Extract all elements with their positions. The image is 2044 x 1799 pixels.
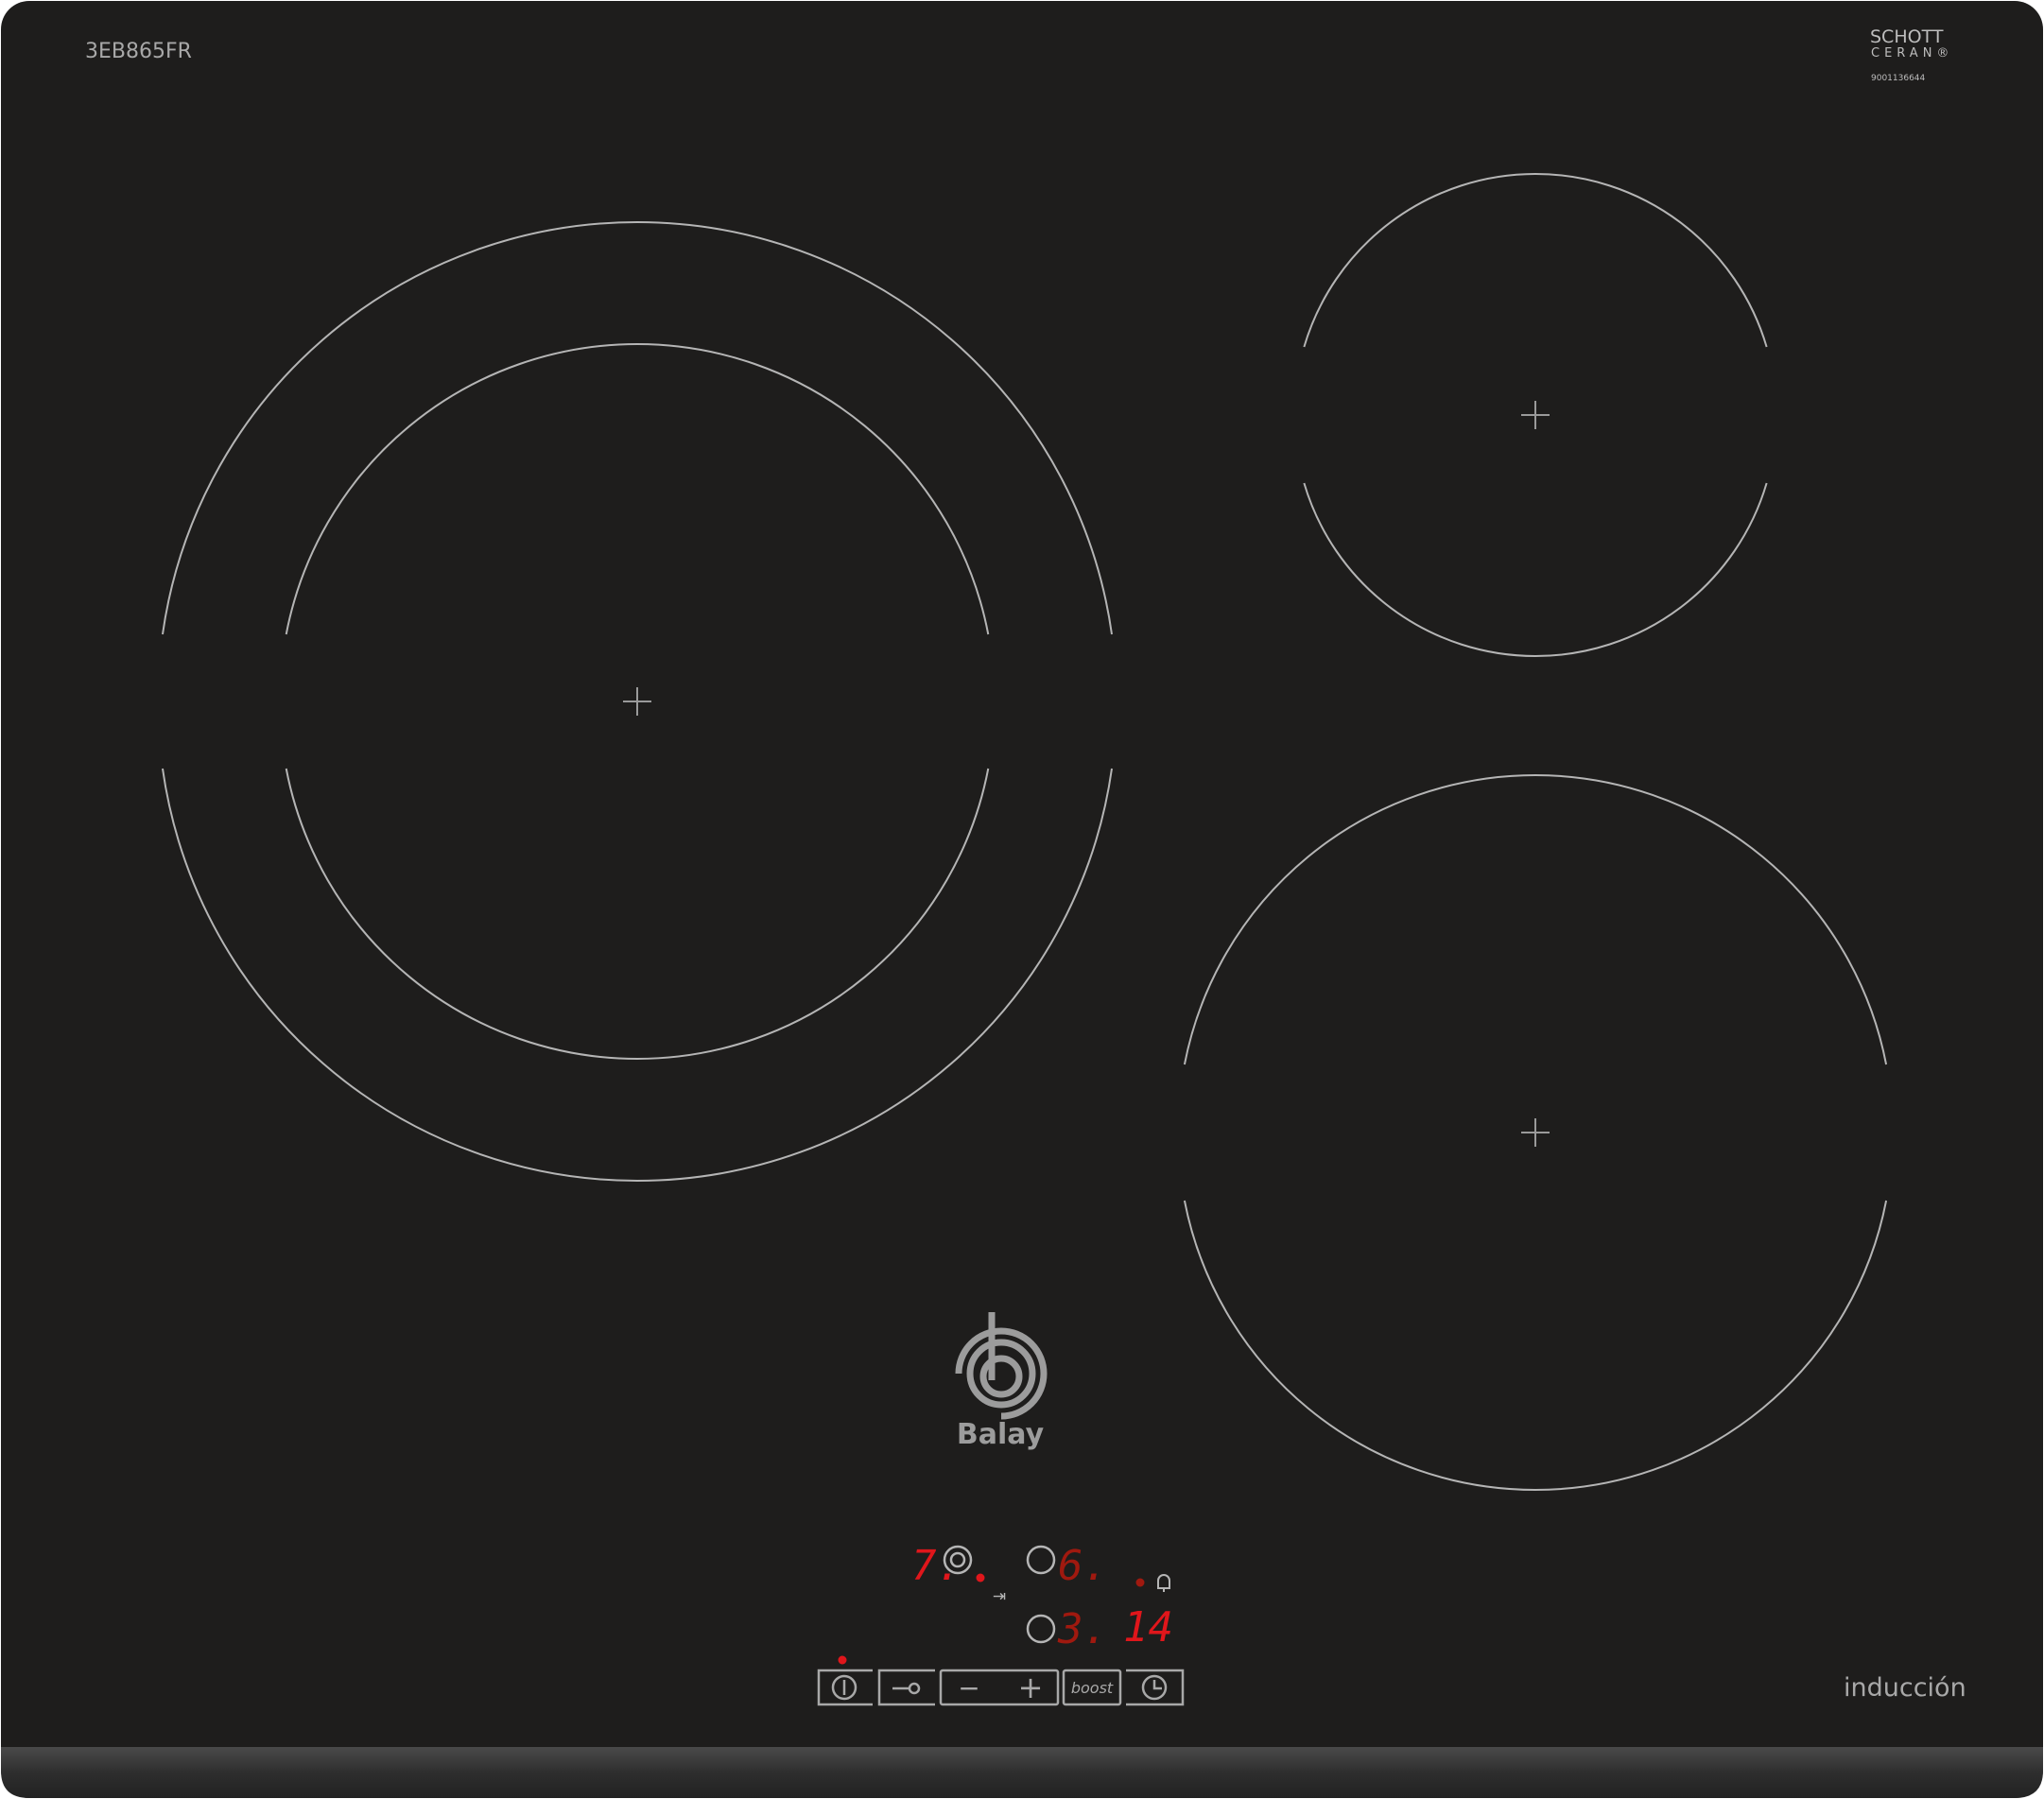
- ceran-text: CERAN®: [1871, 46, 1953, 61]
- front-edge: [1, 1747, 2043, 1798]
- active-indicator-dot: [976, 1573, 985, 1583]
- induction-hob: 3EB865FR SCHOTT CERAN® 9001136644 Balay …: [1, 1, 2043, 1798]
- boost-label: boost: [1071, 1679, 1114, 1697]
- display-front-right: 3.: [1057, 1605, 1108, 1653]
- display-rear-right: 6.: [1058, 1542, 1108, 1590]
- induction-label: inducción: [1844, 1673, 1966, 1703]
- transfer-icon: ⇥: [993, 1587, 1006, 1606]
- schott-text: SCHOTT: [1870, 26, 1944, 47]
- plus-button[interactable]: +: [1018, 1669, 1044, 1705]
- minus-button[interactable]: −: [958, 1672, 979, 1704]
- model-label: 3EB865FR: [85, 40, 192, 63]
- serial-number: 9001136644: [1871, 74, 1926, 83]
- power-indicator-dot: [838, 1655, 847, 1665]
- glass-surface: [1, 1, 2043, 1798]
- timer-display: 14: [1123, 1603, 1173, 1652]
- logo-text: Balay: [957, 1418, 1045, 1451]
- timer-indicator-dot: [1135, 1578, 1145, 1587]
